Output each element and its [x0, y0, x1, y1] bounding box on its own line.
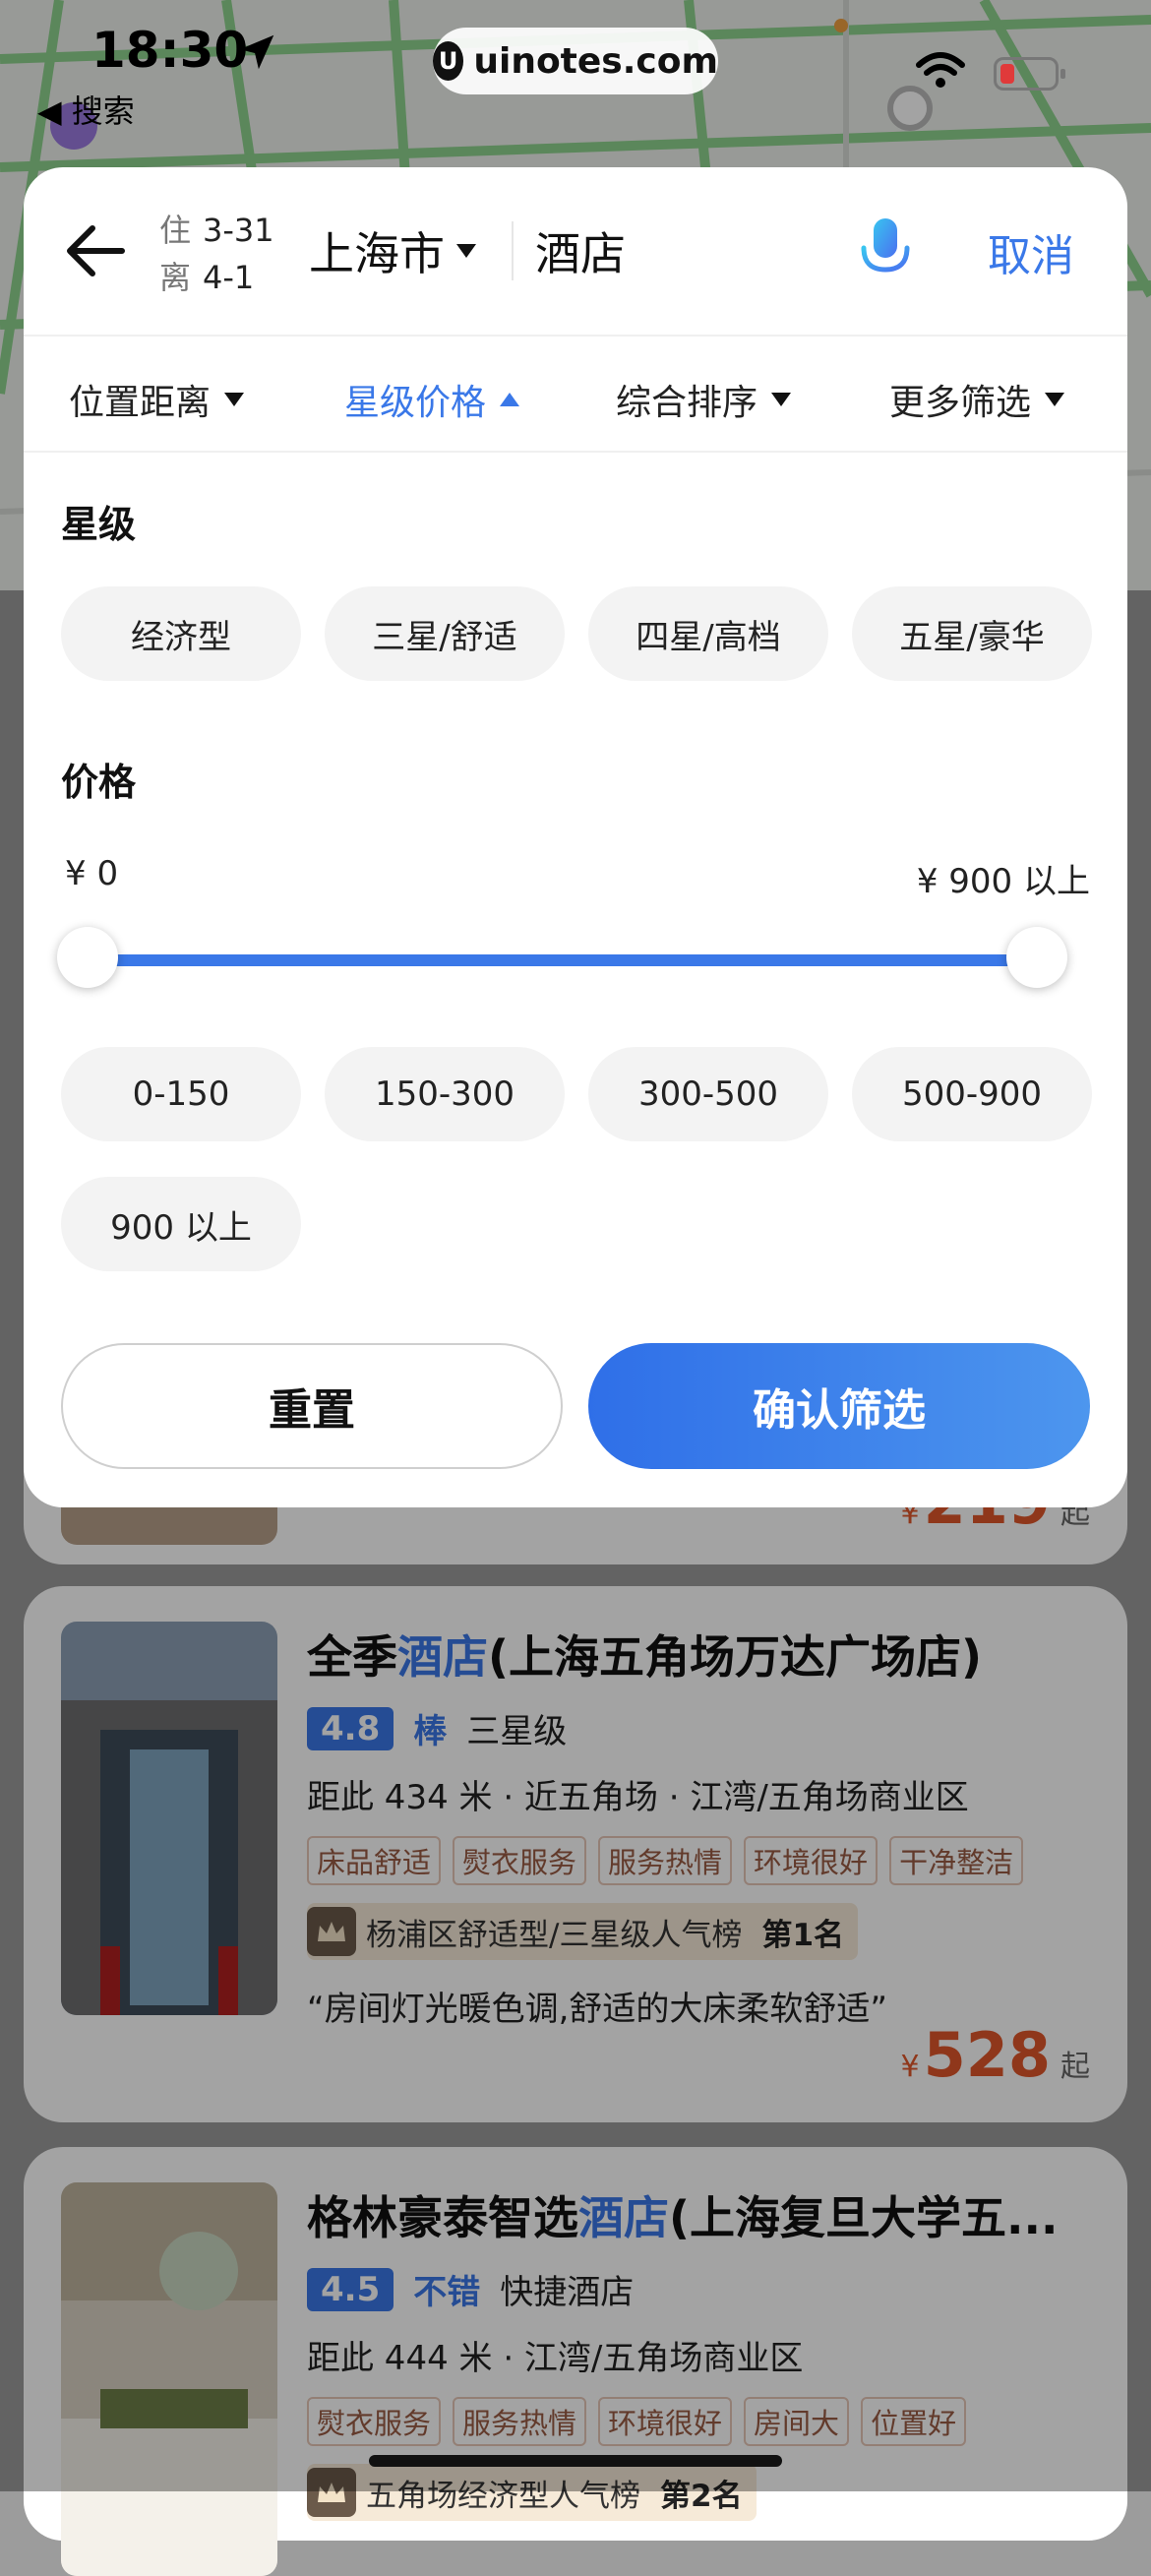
search-header: 住 3-31 离 4-1 上海市 酒店 取消: [24, 167, 1127, 337]
price-slider-max-handle[interactable]: [1006, 927, 1067, 988]
star-option-five[interactable]: 五星/豪华: [852, 586, 1092, 681]
microphone-icon[interactable]: [856, 215, 915, 285]
tab-location-distance[interactable]: 位置距离: [69, 374, 245, 425]
clock: 18:30: [91, 22, 249, 79]
search-input[interactable]: 酒店: [535, 218, 626, 283]
confirm-filter-button[interactable]: 确认筛选: [588, 1343, 1090, 1469]
battery-icon: [994, 57, 1065, 91]
filter-panel: 住 3-31 离 4-1 上海市 酒店 取消 位置距离 星级价格 综合排序 更多筛选…: [24, 167, 1127, 1507]
collapse-triangle-icon: [500, 393, 520, 406]
back-arrow-icon[interactable]: [61, 216, 130, 285]
dropdown-triangle-icon: [456, 244, 476, 258]
price-min-label: ¥ 0: [65, 854, 119, 893]
star-option-three[interactable]: 三星/舒适: [325, 586, 565, 681]
price-slider-track[interactable]: [88, 954, 1037, 966]
divider: [512, 221, 514, 280]
filter-tabs: 位置距离 星级价格 综合排序 更多筛选: [24, 337, 1127, 453]
price-option[interactable]: 0-150: [61, 1047, 301, 1141]
dropdown-triangle-icon: [771, 393, 792, 406]
price-option[interactable]: 300-500: [588, 1047, 828, 1141]
back-to-app-link[interactable]: ◀ 搜索: [37, 87, 135, 132]
date-selector[interactable]: 住 3-31 离 4-1: [159, 207, 274, 301]
star-option-economy[interactable]: 经济型: [61, 586, 301, 681]
home-indicator[interactable]: [369, 2455, 782, 2467]
star-section-title: 星级: [61, 503, 137, 546]
tab-sort[interactable]: 综合排序: [616, 374, 792, 425]
cancel-button[interactable]: 取消: [988, 220, 1074, 283]
price-section-title: 价格: [61, 761, 137, 804]
reset-button[interactable]: 重置: [61, 1343, 563, 1469]
tab-more-filters[interactable]: 更多筛选: [889, 374, 1065, 425]
status-bar: 18:30 ◀ 搜索 U uinotes.com: [0, 0, 1151, 157]
dropdown-triangle-icon: [1045, 393, 1065, 406]
dropdown-triangle-icon: [224, 393, 245, 406]
price-max-label: ¥ 900 以上: [916, 862, 1090, 901]
price-slider-min-handle[interactable]: [57, 927, 118, 988]
price-option[interactable]: 150-300: [325, 1047, 565, 1141]
star-option-four[interactable]: 四星/高档: [588, 586, 828, 681]
city-selector[interactable]: 上海市: [309, 218, 476, 283]
site-logo-icon: U: [433, 41, 464, 81]
price-option[interactable]: 500-900: [852, 1047, 1092, 1141]
price-option[interactable]: 900 以上: [61, 1177, 301, 1271]
wifi-icon: [916, 52, 965, 88]
url-pill[interactable]: U uinotes.com: [433, 28, 718, 94]
location-arrow-icon: [239, 34, 274, 70]
tab-star-price[interactable]: 星级价格: [344, 374, 520, 425]
